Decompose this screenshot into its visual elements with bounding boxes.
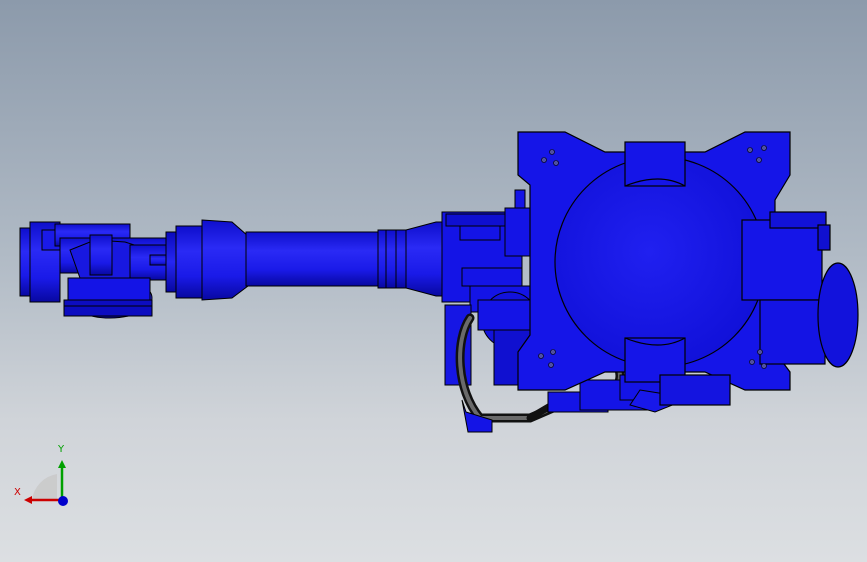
y-axis-head [58,460,66,468]
z-axis-dot [58,496,68,506]
axis-triad: Y X [14,444,68,506]
y-axis-label: Y [57,444,65,455]
graphics-viewport[interactable]: Y X [0,0,867,562]
forearm-tube [165,219,445,301]
robot-arm-model[interactable] [0,0,867,562]
triad-plane [32,474,57,500]
x-axis-head [24,496,32,504]
wrist-assembly [19,221,171,319]
x-axis-label: X [14,487,21,498]
base-housing [517,131,859,406]
